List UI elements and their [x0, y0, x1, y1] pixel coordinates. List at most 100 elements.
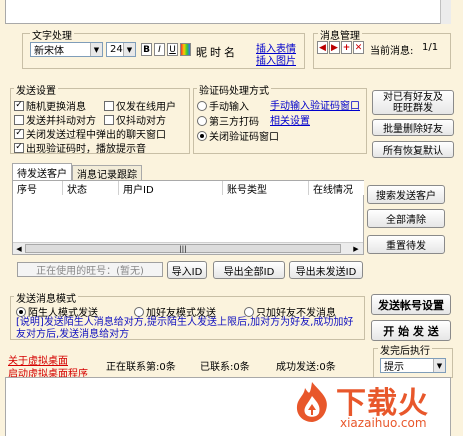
captcha-third-party-radio[interactable]: 第三方打码 [197, 113, 259, 128]
radio-icon [244, 306, 254, 317]
radio-icon [197, 115, 207, 126]
after-send-value: 提示 [384, 362, 404, 373]
bold-button[interactable]: B [141, 43, 152, 56]
watermark-url: xiazaihuo.com [340, 416, 427, 430]
send-settings-title: 发送设置 [14, 82, 58, 97]
font-size-value: 24 [110, 44, 123, 55]
checkbox-label: 关闭发送过程中弹出的聊天窗口 [26, 130, 166, 141]
chevron-down-icon: ▼ [433, 359, 445, 372]
checkbox-label: 出现验证码时，播放提示音 [26, 144, 146, 155]
tab-pending-customers[interactable]: 待发送客户 [12, 163, 72, 180]
italic-button[interactable]: I [154, 43, 165, 56]
export-all-id-button[interactable]: 导出全部ID [213, 261, 285, 279]
radio-label: 第三方打码 [209, 117, 259, 128]
chevron-down-icon: ▼ [123, 43, 135, 56]
description-prefix: [说明] [16, 317, 44, 328]
radio-icon [134, 306, 144, 317]
status-value: 0条 [233, 362, 250, 373]
color-picker-icon[interactable] [180, 43, 191, 56]
start-send-button[interactable]: 开 始 发 送 [371, 320, 451, 341]
column-header[interactable]: 用户ID [119, 181, 223, 196]
font-size-select[interactable]: 24 ▼ [106, 42, 136, 57]
status-label: 已联系: [200, 362, 234, 373]
current-message-label: 当前消息: [370, 46, 414, 57]
checkbox-icon [14, 114, 24, 125]
radio-selected-dot [200, 133, 204, 138]
shake-only-checkbox[interactable]: 仅抖动对方 [104, 112, 166, 127]
time-insert-button[interactable]: 时 [210, 44, 221, 60]
column-header[interactable]: 序号 [13, 181, 63, 196]
status-value: 0条 [159, 362, 176, 373]
current-message-value: 1/1 [422, 42, 439, 53]
message-manage-group-title: 消息管理 [318, 27, 362, 42]
nick-insert-button[interactable]: 昵 [196, 44, 207, 60]
checkbox-label: 随机更换消息 [26, 102, 86, 113]
reset-pending-button[interactable]: 重置待发 [367, 235, 445, 254]
scroll-right-icon[interactable]: ▶ [351, 244, 361, 254]
batch-delete-friends-button[interactable]: 批量删除好友 [372, 119, 454, 136]
delete-message-icon[interactable]: ✕ [353, 41, 364, 54]
current-account-field: 正在使用的旺号：(暂无) [17, 262, 163, 277]
after-send-select[interactable]: 提示 ▼ [380, 358, 446, 373]
radio-selected-dot [19, 309, 23, 314]
column-header[interactable]: 在线情况 [309, 181, 364, 196]
radio-label: 手动输入 [209, 102, 249, 113]
column-header[interactable]: 状态 [63, 181, 119, 196]
scroll-left-icon[interactable]: ◀ [14, 244, 24, 254]
status-value: 0条 [319, 362, 336, 373]
checkbox-icon: ✓ [14, 100, 24, 111]
status-label: 正在联系第: [106, 362, 160, 373]
font-name-select[interactable]: 新宋体 ▼ [30, 42, 103, 57]
import-id-button[interactable]: 导入ID [167, 261, 207, 279]
captcha-settings-link[interactable]: 相关设置 [270, 112, 310, 127]
checkbox-icon: ✓ [14, 128, 24, 139]
watermark: 下载火 xiazaihuo.com [284, 376, 459, 434]
status-contacting: 正在联系第:0条 [106, 358, 176, 373]
restore-defaults-button[interactable]: 所有恢复默认 [372, 141, 454, 158]
horizontal-scrollbar[interactable]: ◀ ||| ▶ [13, 242, 363, 254]
send-mode-description: [说明]发送陌生人消息给对方,提示陌生人发送上限后,加对方为好友,成功加好友对方… [16, 317, 361, 341]
editor-scrollbar[interactable] [440, 0, 451, 24]
search-customers-button[interactable]: 搜索发送客户 [367, 185, 445, 204]
friend-group-send-button[interactable]: 对已有好友及 旺旺群发 [372, 90, 454, 115]
online-only-checkbox[interactable]: 仅发在线用户 [104, 98, 176, 113]
checkbox-icon [104, 114, 114, 125]
captcha-close-radio[interactable]: 关闭验证码窗口 [197, 128, 279, 143]
tab-message-tracking[interactable]: 消息记录跟踪 [72, 165, 142, 181]
captcha-manual-radio[interactable]: 手动输入 [197, 98, 249, 113]
customer-table[interactable]: 序号 状态 用户ID 账号类型 在线情况 ◀ ||| ▶ [12, 180, 364, 255]
name-insert-button[interactable]: 名 [224, 44, 235, 60]
send-mode-title: 发送消息模式 [14, 290, 78, 305]
prev-message-icon[interactable]: ◀ [317, 41, 328, 54]
column-header[interactable]: 账号类型 [223, 181, 309, 196]
text-format-group-title: 文字处理 [30, 27, 74, 42]
clear-all-button[interactable]: 全部清除 [367, 209, 445, 228]
description-text: 发送陌生人消息给对方,提示陌生人发送上限后,加对方为好友,成功加好友对方后,发送… [16, 317, 354, 340]
checkbox-icon: ✓ [14, 142, 24, 153]
radio-icon [197, 130, 207, 141]
manual-captcha-window-link[interactable]: 手动输入验证码窗口 [270, 97, 360, 112]
random-message-checkbox[interactable]: ✓ 随机更换消息 [14, 98, 86, 113]
insert-image-link[interactable]: 插入图片 [256, 52, 296, 67]
export-unsent-id-button[interactable]: 导出未发送ID [289, 261, 363, 279]
radio-label: 关闭验证码窗口 [209, 132, 279, 143]
status-contacted: 已联系:0条 [200, 358, 250, 373]
chevron-down-icon: ▼ [90, 43, 102, 56]
send-and-shake-checkbox[interactable]: 发送并抖动对方 [14, 112, 96, 127]
scroll-thumb[interactable]: ||| [25, 244, 341, 253]
radio-icon [197, 100, 207, 111]
checkbox-label: 仅发在线用户 [116, 102, 176, 113]
next-message-icon[interactable]: ▶ [329, 41, 340, 54]
captcha-sound-checkbox[interactable]: ✓ 出现验证码时，播放提示音 [14, 140, 146, 155]
status-success: 成功发送:0条 [276, 358, 336, 373]
checkbox-label: 仅抖动对方 [116, 116, 166, 127]
font-name-value: 新宋体 [34, 46, 64, 57]
radio-icon [16, 306, 26, 317]
add-message-icon[interactable]: + [341, 41, 352, 54]
send-account-settings-button[interactable]: 发送帐号设置 [371, 294, 451, 315]
close-chat-window-checkbox[interactable]: ✓ 关闭发送过程中弹出的聊天窗口 [14, 126, 166, 141]
message-editor[interactable] [5, 0, 451, 24]
underline-button[interactable]: U [167, 43, 178, 56]
captcha-title: 验证码处理方式 [197, 82, 271, 97]
checkbox-label: 发送并抖动对方 [26, 116, 96, 127]
